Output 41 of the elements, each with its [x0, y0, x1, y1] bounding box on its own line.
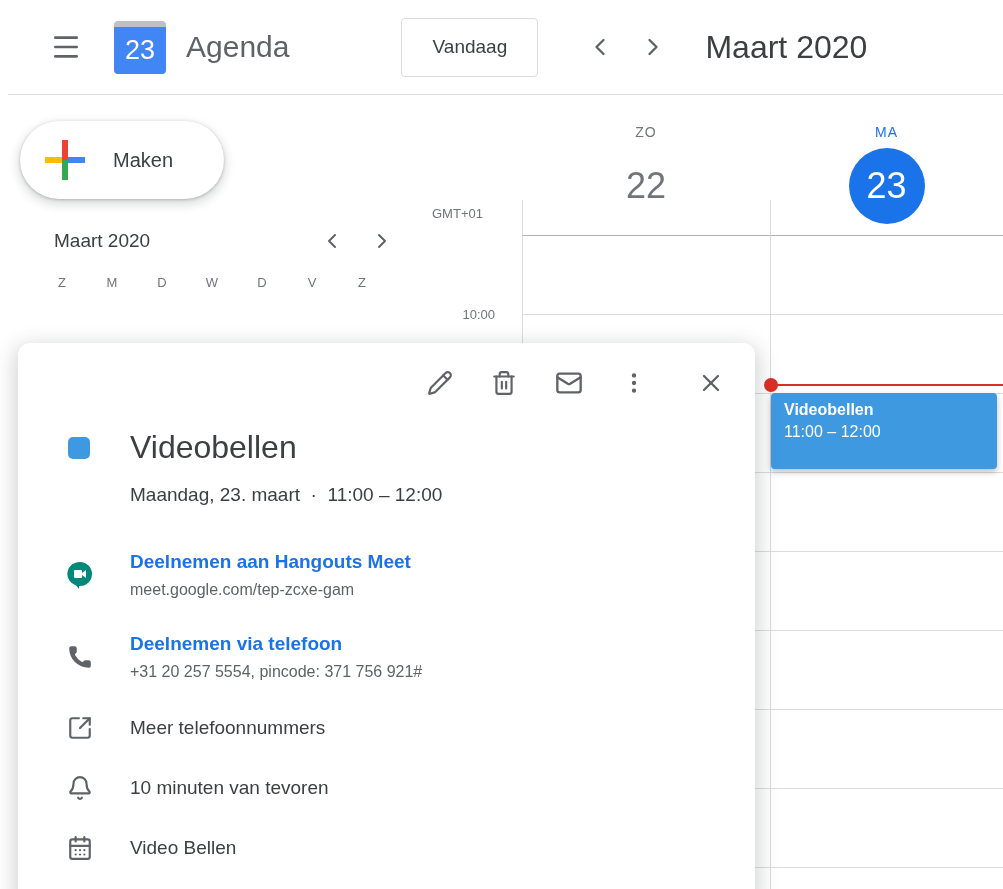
timezone-label: GMT+01: [432, 206, 483, 221]
day-number[interactable]: 22: [608, 148, 684, 224]
detail-text: 10 minuten van tevoren: [130, 777, 329, 799]
weekday-label: D: [157, 275, 167, 290]
weekday-label: D: [257, 275, 267, 290]
create-button[interactable]: Maken: [20, 121, 224, 199]
edit-icon[interactable]: [427, 370, 453, 396]
event-color-square: [68, 436, 90, 459]
join-link[interactable]: Deelnemen aan Hangouts Meet: [130, 551, 411, 573]
today-button[interactable]: Vandaag: [401, 17, 539, 77]
event-title: Videobellen: [130, 429, 297, 466]
join-link[interactable]: Deelnemen via telefoon: [130, 633, 423, 655]
detail-text[interactable]: Meer telefoonnummers: [130, 717, 326, 739]
event-time: 11:00 – 12:00: [784, 423, 882, 441]
calendar-event[interactable]: Videobellen 11:00 – 12:00: [771, 393, 997, 469]
day-number[interactable]: 23: [848, 148, 925, 224]
day-name: MA: [875, 124, 898, 140]
calendar-icon: [67, 835, 93, 861]
weekday-label: Z: [358, 275, 366, 290]
weekday-label: W: [205, 275, 219, 290]
weekday-label: M: [106, 275, 118, 290]
join-detail: meet.google.com/tep-zcxe-gam: [130, 581, 356, 599]
phone-icon: [67, 644, 93, 670]
event-title: Videobellen: [784, 401, 875, 419]
trash-icon[interactable]: [491, 370, 517, 396]
weekday-label: Z: [58, 275, 66, 290]
calendar-logo: 23: [114, 20, 166, 74]
app-name: Agenda: [186, 30, 290, 64]
join-detail: +31 20 257 5554, pincode: 371 756 921#: [130, 663, 423, 681]
weekday-label: V: [307, 275, 317, 290]
plus-icon: [45, 140, 85, 180]
mini-calendar-month: Maart 2020: [54, 230, 152, 252]
external-link-icon: [67, 715, 93, 741]
event-date-time: Maandag, 23. maart · 11:00 – 12:00: [130, 484, 444, 506]
current-time-dot: [764, 378, 778, 392]
hour-label: 10:00: [462, 306, 495, 322]
period-title: Maart 2020: [705, 28, 868, 66]
video-chat-icon: [67, 561, 93, 589]
detail-text: Video Bellen: [130, 837, 237, 859]
day-name: ZO: [635, 124, 657, 140]
bell-icon: [67, 775, 93, 801]
